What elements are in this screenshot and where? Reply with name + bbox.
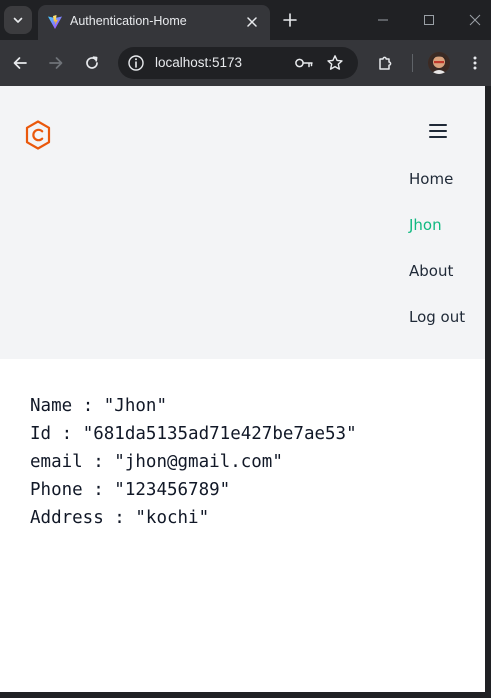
nav-item-home[interactable]: Home xyxy=(409,170,453,188)
detail-row-phone: Phone : "123456789" xyxy=(30,480,231,500)
detail-label: email xyxy=(30,452,83,472)
active-tab[interactable]: Authentication-Home xyxy=(38,5,270,40)
detail-row-name: Name : "Jhon" xyxy=(30,396,167,416)
maximize-button[interactable] xyxy=(417,8,441,32)
browser-menu-button[interactable] xyxy=(463,51,487,75)
detail-value: "681da5135ad71e427be7ae53" xyxy=(82,424,357,444)
puzzle-icon xyxy=(379,56,392,70)
window-close-button[interactable] xyxy=(463,8,487,32)
browser-window: Authentication-Home localhost:5173 Home … xyxy=(0,0,491,698)
browser-toolbar: localhost:5173 xyxy=(0,40,491,86)
detail-label: Id xyxy=(30,424,52,444)
arrow-right-icon xyxy=(49,57,63,69)
url-text[interactable]: localhost:5173 xyxy=(155,55,242,70)
page-scrollbar[interactable] xyxy=(485,86,491,692)
close-icon xyxy=(247,17,257,27)
tab-strip: Authentication-Home xyxy=(0,0,491,40)
minimize-button[interactable] xyxy=(371,8,395,32)
hexagon-c-logo-icon[interactable] xyxy=(24,119,52,151)
key-icon[interactable] xyxy=(294,55,314,71)
reload-button[interactable] xyxy=(80,51,104,75)
user-details: Name : "Jhon" Id : "681da5135ad71e427be7… xyxy=(30,392,357,532)
info-icon[interactable] xyxy=(127,54,145,72)
window-bottom-border xyxy=(0,692,491,698)
site-navbar: Home Jhon About Log out xyxy=(0,86,485,359)
vite-logo-icon xyxy=(48,15,62,29)
detail-row-email: email : "jhon@gmail.com" xyxy=(30,452,283,472)
kebab-menu-icon xyxy=(473,56,477,70)
new-tab-button[interactable] xyxy=(280,10,300,30)
back-button[interactable] xyxy=(8,51,32,75)
arrow-left-icon xyxy=(13,57,27,69)
page-viewport: Home Jhon About Log out Name : "Jhon" Id… xyxy=(0,86,485,692)
star-icon[interactable] xyxy=(326,54,344,72)
profile-avatar[interactable] xyxy=(428,52,450,74)
detail-label: Phone xyxy=(30,480,83,500)
detail-row-address: Address : "kochi" xyxy=(30,508,210,528)
plus-icon xyxy=(283,13,297,27)
detail-label: Name xyxy=(30,396,73,416)
minimize-icon xyxy=(378,19,388,21)
nav-item-user[interactable]: Jhon xyxy=(409,216,442,234)
tab-title: Authentication-Home xyxy=(70,14,187,28)
reload-icon xyxy=(86,56,98,69)
nav-item-about[interactable]: About xyxy=(409,262,453,280)
chevron-down-icon xyxy=(13,17,23,23)
extensions-button[interactable] xyxy=(374,51,398,75)
avatar-image xyxy=(428,52,450,74)
detail-value: "kochi" xyxy=(135,508,210,528)
detail-value: "123456789" xyxy=(114,480,231,500)
nav-item-logout[interactable]: Log out xyxy=(409,308,465,326)
detail-row-id: Id : "681da5135ad71e427be7ae53" xyxy=(30,424,357,444)
detail-value: "jhon@gmail.com" xyxy=(114,452,283,472)
toolbar-separator xyxy=(412,54,413,72)
maximize-icon xyxy=(424,15,434,25)
detail-value: "Jhon" xyxy=(103,396,167,416)
hamburger-menu-icon[interactable] xyxy=(428,122,450,140)
detail-label: Address xyxy=(30,508,104,528)
address-bar[interactable]: localhost:5173 xyxy=(118,47,358,79)
tab-search-button[interactable] xyxy=(4,6,32,34)
tab-close-button[interactable] xyxy=(244,14,260,30)
forward-button[interactable] xyxy=(44,51,68,75)
close-icon xyxy=(469,14,481,26)
